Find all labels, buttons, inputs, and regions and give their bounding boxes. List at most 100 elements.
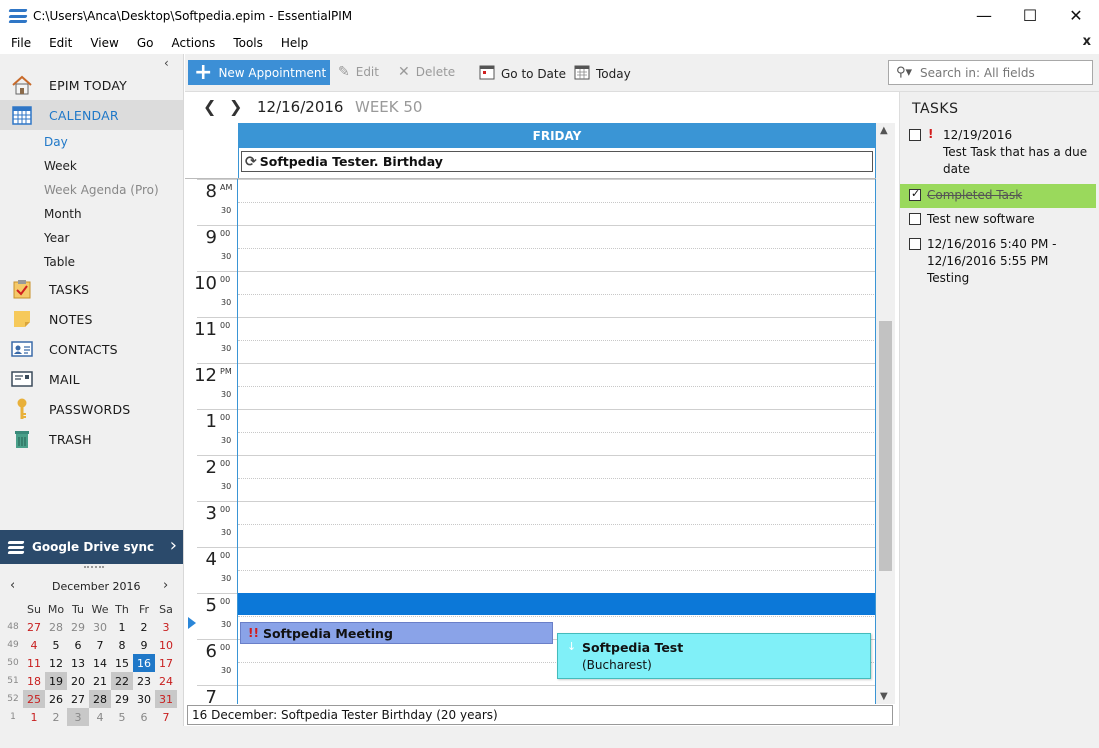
day-cell-selected[interactable]: 16 (133, 654, 155, 672)
search-box[interactable]: ⚲▾ (888, 60, 1093, 85)
day-cell[interactable]: 4 (23, 636, 45, 654)
delete-button[interactable]: ✕ Delete (398, 64, 455, 80)
day-cell[interactable]: 7 (89, 636, 111, 654)
day-cell[interactable]: 28 (89, 690, 111, 708)
day-cell[interactable]: 19 (45, 672, 67, 690)
day-cell[interactable]: 29 (111, 690, 133, 708)
menu-edit[interactable]: Edit (44, 36, 79, 50)
day-cell[interactable]: 17 (155, 654, 177, 672)
minimize-button[interactable]: — (961, 0, 1007, 30)
day-cell[interactable]: 12 (45, 654, 67, 672)
day-cell[interactable]: 6 (133, 708, 155, 726)
day-cell[interactable]: 6 (67, 636, 89, 654)
day-cell[interactable]: 3 (67, 708, 89, 726)
task-item[interactable]: ! 12/19/2016 Test Task that has a due da… (900, 126, 1096, 178)
new-appointment-button[interactable]: + New Appointment (188, 60, 330, 85)
day-cell[interactable]: 7 (155, 708, 177, 726)
day-cell[interactable]: 20 (67, 672, 89, 690)
day-cell[interactable]: 8 (111, 636, 133, 654)
day-cell[interactable]: 23 (133, 672, 155, 690)
sidebar-item-contacts[interactable]: CONTACTS (0, 334, 183, 364)
view-table[interactable]: Table (44, 255, 75, 269)
view-year[interactable]: Year (44, 231, 69, 245)
resize-grip[interactable] (84, 566, 104, 569)
task-checkbox-checked[interactable] (909, 187, 921, 201)
day-cell[interactable]: 27 (23, 618, 45, 636)
view-day[interactable]: Day (44, 135, 68, 149)
task-item[interactable]: 12/16/2016 5:40 PM - 12/16/2016 5:55 PM … (900, 235, 1096, 291)
day-cell[interactable]: 5 (45, 636, 67, 654)
day-cell[interactable]: 10 (155, 636, 177, 654)
sidebar-item-mail[interactable]: MAIL (0, 364, 183, 394)
sidebar-item-trash[interactable]: TRASH (0, 424, 183, 454)
day-cell[interactable]: 24 (155, 672, 177, 690)
sidebar-item-notes[interactable]: NOTES (0, 304, 183, 334)
search-input[interactable] (920, 65, 1081, 80)
maximize-button[interactable]: ☐ (1007, 0, 1053, 30)
day-header[interactable]: FRIDAY (238, 123, 876, 148)
mini-calendar-prev-button[interactable]: ‹ (10, 578, 15, 593)
event-softpedia-test[interactable]: ↓ Softpedia Test (Bucharest) (557, 633, 871, 679)
all-day-event-birthday[interactable]: ⟳ Softpedia Tester. Birthday (241, 151, 873, 172)
collapse-sidebar-button[interactable]: ‹ (164, 56, 169, 70)
day-cell[interactable]: 29 (67, 618, 89, 636)
day-cell[interactable]: 14 (89, 654, 111, 672)
day-cell[interactable]: 2 (45, 708, 67, 726)
day-cell[interactable]: 21 (89, 672, 111, 690)
day-cell[interactable]: 28 (45, 618, 67, 636)
menu-tools[interactable]: Tools (228, 36, 270, 50)
close-document-button[interactable]: x (1083, 34, 1091, 49)
view-week[interactable]: Week (44, 159, 77, 173)
event-softpedia-meeting[interactable]: !! Softpedia Meeting (240, 622, 553, 644)
day-cell[interactable]: 2 (133, 618, 155, 636)
go-to-date-button[interactable]: Go to Date (479, 64, 566, 84)
day-cell[interactable]: 3 (155, 618, 177, 636)
today-button[interactable]: Today (574, 64, 631, 84)
task-checkbox[interactable] (909, 129, 921, 141)
day-cell[interactable]: 1 (111, 618, 133, 636)
sidebar-item-calendar[interactable]: CALENDAR (0, 100, 183, 130)
scroll-up-icon[interactable]: ▲ (880, 125, 888, 136)
sidebar-item-tasks[interactable]: TASKS (0, 274, 183, 304)
selected-time-slot[interactable] (238, 593, 875, 615)
next-day-button[interactable]: ❯ (229, 97, 242, 116)
day-cell[interactable]: 1 (23, 708, 45, 726)
day-cell[interactable]: 25 (23, 690, 45, 708)
day-cell[interactable]: 4 (89, 708, 111, 726)
time-grid[interactable]: 8 AM 30 9 00 30 10 00 30 11 00 30 12 PM 30 1 00 30 2… (185, 178, 876, 704)
sidebar-item-passwords[interactable]: PASSWORDS (0, 394, 183, 424)
task-checkbox[interactable] (909, 238, 921, 250)
view-week-agenda[interactable]: Week Agenda (Pro) (44, 183, 159, 197)
day-cell[interactable]: 18 (23, 672, 45, 690)
task-item-completed[interactable]: Completed Task (900, 184, 1096, 208)
menu-help[interactable]: Help (276, 36, 315, 50)
prev-day-button[interactable]: ❮ (203, 97, 216, 116)
menu-actions[interactable]: Actions (166, 36, 222, 50)
day-cell[interactable]: 26 (45, 690, 67, 708)
scroll-down-icon[interactable]: ▼ (880, 691, 888, 702)
day-cell[interactable]: 5 (111, 708, 133, 726)
google-drive-sync-button[interactable]: Google Drive sync › (0, 530, 183, 564)
scrollbar-thumb[interactable] (879, 321, 892, 571)
day-cell[interactable]: 27 (67, 690, 89, 708)
day-cell[interactable]: 13 (67, 654, 89, 672)
task-checkbox[interactable] (909, 213, 921, 225)
edit-button[interactable]: ✎ Edit (338, 64, 379, 80)
day-cell[interactable]: 22 (111, 672, 133, 690)
menu-file[interactable]: File (6, 36, 38, 50)
vertical-scrollbar[interactable]: ▲ ▼ (876, 123, 895, 704)
day-cell[interactable]: 30 (89, 618, 111, 636)
all-day-area[interactable]: ⟳ Softpedia Tester. Birthday (238, 148, 876, 178)
day-cell[interactable]: 30 (133, 690, 155, 708)
day-cell[interactable]: 31 (155, 690, 177, 708)
sidebar-item-epim-today[interactable]: EPIM TODAY (0, 70, 183, 100)
task-item[interactable]: Test new software (900, 210, 1096, 232)
day-cell[interactable]: 9 (133, 636, 155, 654)
menu-go[interactable]: Go (132, 36, 161, 50)
view-month[interactable]: Month (44, 207, 82, 221)
day-cell[interactable]: 15 (111, 654, 133, 672)
day-cell[interactable]: 11 (23, 654, 45, 672)
menu-view[interactable]: View (85, 36, 125, 50)
mini-calendar-next-button[interactable]: › (163, 578, 168, 593)
close-window-button[interactable]: ✕ (1053, 0, 1099, 30)
